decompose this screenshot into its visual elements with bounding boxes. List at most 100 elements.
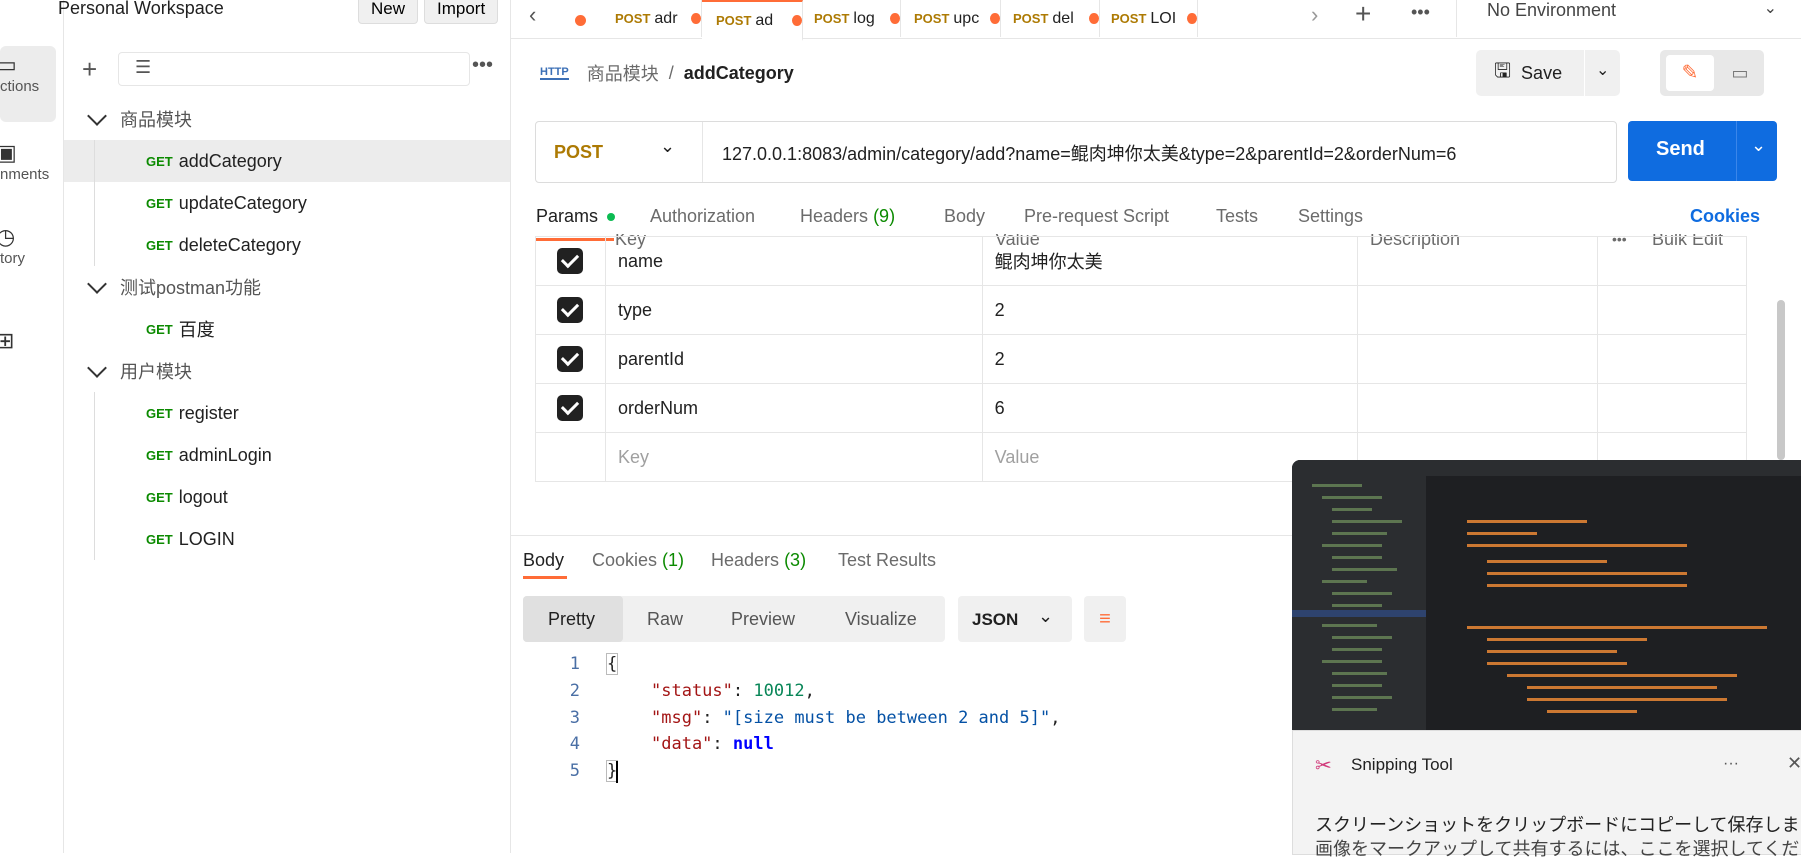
param-key[interactable]: parentId [604, 334, 983, 384]
sidebar-request[interactable]: GET updateCategory [64, 182, 510, 224]
rail-history[interactable]: ◷ tory [0, 224, 56, 267]
request-name[interactable]: addCategory [684, 63, 794, 84]
more-icon[interactable]: ••• [472, 54, 493, 77]
save-button[interactable]: Save [1521, 63, 1562, 84]
param-description[interactable] [1357, 383, 1599, 433]
tab-authorization[interactable]: Authorization [650, 206, 755, 227]
sidebar-request[interactable]: GET register [64, 392, 510, 434]
new-button[interactable]: New [358, 0, 419, 24]
method-badge: GET [146, 489, 173, 505]
tab-label: ad [755, 11, 774, 29]
json-line-msg: "msg": "[size must be between 2 and 5]", [651, 708, 1061, 728]
sidebar-request[interactable]: GET deleteCategory [64, 224, 510, 266]
filter-icon: ☰ [135, 57, 152, 77]
comment-icon[interactable]: ▭ [1720, 55, 1760, 91]
tab-settings[interactable]: Settings [1298, 206, 1363, 227]
url-input[interactable]: 127.0.0.1:8083/admin/category/add?name=鲲… [722, 140, 1456, 166]
param-row: name 鲲肉坤你太美 [535, 236, 1747, 286]
view-visualize[interactable]: Visualize [845, 609, 917, 630]
left-rail: ▭ ctions ▣ nments ◷ tory ⊞ [0, 0, 64, 853]
request-tab[interactable]: POST ad [702, 0, 803, 41]
close-icon[interactable]: ✕ [1787, 753, 1801, 774]
tab-params[interactable]: Params [536, 206, 616, 227]
param-checkbox[interactable] [557, 395, 584, 421]
param-description[interactable] [1357, 285, 1599, 335]
tabs-more-icon[interactable]: ••• [1411, 2, 1430, 23]
sidebar-request[interactable]: GET adminLogin [64, 434, 510, 476]
add-icon[interactable]: + [82, 54, 97, 85]
format-select[interactable]: JSON ⌄ [958, 596, 1072, 642]
params-scrollbar[interactable] [1777, 300, 1785, 460]
cookies-link[interactable]: Cookies [1690, 206, 1760, 227]
param-description[interactable] [1357, 236, 1599, 286]
tab-label: LOI [1150, 9, 1177, 27]
param-key[interactable]: name [604, 236, 983, 286]
sidebar-folder[interactable]: 测试postman功能 [64, 266, 510, 308]
param-checkbox[interactable] [557, 248, 584, 274]
rail-environments[interactable]: ▣ nments [0, 140, 56, 183]
sidebar-folder[interactable]: 用户模块 [64, 350, 510, 392]
chevron-right-icon[interactable]: › [1311, 2, 1318, 28]
resp-tab-body[interactable]: Body [523, 550, 564, 571]
param-key[interactable]: type [604, 285, 983, 335]
edit-icon[interactable]: ✎ [1666, 55, 1714, 91]
resp-tab-headers[interactable]: Headers (3) [711, 550, 806, 571]
sidebar-request[interactable]: GET LOGIN [64, 518, 510, 560]
rail-collections[interactable]: ▭ ctions [0, 46, 56, 122]
sidebar-item-label: adminLogin [178, 444, 272, 465]
param-value[interactable]: 鲲肉坤你太美 [981, 236, 1359, 286]
resp-tab-tests[interactable]: Test Results [838, 550, 936, 571]
sidebar-request[interactable]: GET 百度 [64, 308, 510, 350]
sidebar-request[interactable]: GET logout [64, 476, 510, 518]
param-value[interactable]: 6 [981, 383, 1359, 433]
param-extra [1597, 383, 1747, 433]
request-tab[interactable]: POST del [999, 0, 1100, 37]
new-tab-icon[interactable]: + [1355, 0, 1371, 30]
request-tab[interactable]: POST log [800, 0, 901, 37]
param-key-placeholder[interactable]: Key [604, 432, 983, 482]
rail-apps[interactable]: ⊞ [0, 328, 56, 354]
breadcrumb-parent[interactable]: 商品模块 [587, 60, 659, 86]
param-row: parentId 2 [535, 334, 1747, 384]
method-badge: POST [615, 11, 651, 26]
view-preview[interactable]: Preview [731, 609, 795, 630]
breadcrumb: HTTP 商品模块 / addCategory [540, 60, 794, 86]
request-tab[interactable]: POST upc [900, 0, 1001, 37]
snip-preview-image[interactable] [1292, 460, 1801, 730]
toast-more-icon[interactable]: ··· [1723, 755, 1739, 773]
filter-input[interactable]: ☰ [118, 52, 470, 86]
sidebar-request[interactable]: GET addCategory [64, 140, 510, 182]
param-value[interactable]: 2 [981, 334, 1359, 384]
snipping-tool-toast[interactable]: ✂ Snipping Tool ··· ✕ スクリーンショットをクリップボードに… [1292, 730, 1801, 859]
sidebar-folder[interactable]: 商品模块 [64, 98, 510, 140]
tab-tests[interactable]: Tests [1216, 206, 1258, 227]
send-button[interactable]: Send [1656, 138, 1705, 161]
param-checkbox[interactable] [557, 346, 584, 372]
breadcrumb-sep: / [668, 62, 674, 83]
sidebar-item-label: 测试postman功能 [120, 278, 262, 298]
view-pretty[interactable]: Pretty [548, 609, 595, 630]
save-dropdown-icon[interactable]: ⌄ [1596, 60, 1609, 80]
resp-tab-cookies[interactable]: Cookies (1) [592, 550, 684, 571]
environment-select[interactable]: No Environment ⌄ [1456, 0, 1797, 37]
sidebar-item-label: updateCategory [178, 192, 307, 213]
tab-headers[interactable]: Headers (9) [800, 206, 895, 227]
tab-body[interactable]: Body [944, 206, 985, 227]
param-key[interactable]: orderNum [604, 383, 983, 433]
sidebar-item-label: addCategory [178, 150, 282, 171]
request-tab[interactable]: POST adr [601, 0, 702, 37]
param-value[interactable]: 2 [981, 285, 1359, 335]
view-raw[interactable]: Raw [647, 609, 683, 630]
history-icon: ◷ [0, 224, 16, 249]
method-select[interactable]: POST ⌄ [536, 122, 703, 182]
tab-prerequest[interactable]: Pre-request Script [1024, 206, 1169, 227]
params-indicator [607, 213, 616, 222]
param-description[interactable] [1357, 334, 1599, 384]
param-checkbox[interactable] [557, 297, 584, 323]
request-tab[interactable]: POST LOI [1097, 0, 1198, 37]
send-dropdown-icon[interactable]: ⌄ [1751, 135, 1766, 156]
chevron-left-icon[interactable]: ‹ [529, 2, 536, 28]
import-button[interactable]: Import [424, 0, 499, 24]
wrap-lines-icon[interactable]: ≡ [1084, 596, 1126, 642]
param-row: type 2 [535, 285, 1747, 335]
